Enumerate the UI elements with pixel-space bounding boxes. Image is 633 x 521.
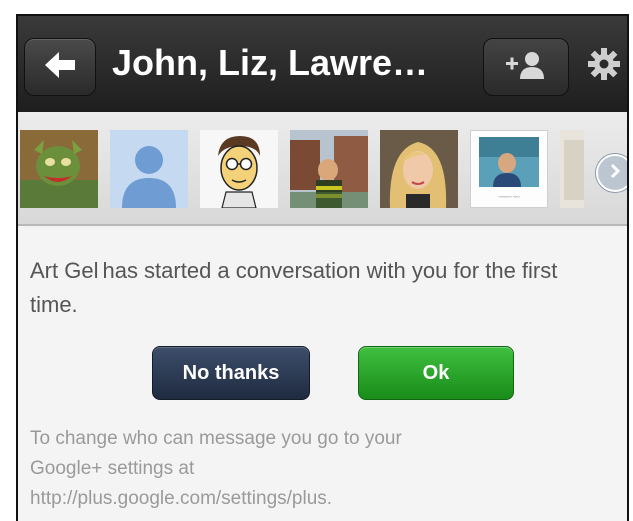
settings-hint-line-2: Google+ settings at: [30, 458, 195, 479]
settings-button[interactable]: [574, 38, 627, 94]
participant-avatar[interactable]: [560, 130, 584, 208]
participant-avatar[interactable]: ~~~~ ~~: [470, 130, 548, 208]
default-avatar-icon[interactable]: [110, 130, 188, 208]
back-button[interactable]: [24, 38, 96, 96]
participant-avatar[interactable]: [200, 130, 278, 208]
add-person-icon: [504, 50, 548, 85]
notification-text: has started a conversation with you for …: [30, 258, 558, 317]
chevron-right-icon: [607, 163, 623, 184]
participants-strip: ~~~~ ~~: [18, 112, 627, 226]
participant-avatar[interactable]: [290, 130, 368, 208]
settings-hint-line-1: To change who can message you go to your: [30, 428, 402, 449]
participant-avatar[interactable]: [20, 130, 98, 208]
conversation-header: John, Liz, Lawre…: [18, 16, 627, 112]
conversation-prompt: Art Gel has started a conversation with y…: [18, 226, 627, 521]
settings-link[interactable]: http://plus.google.com/settings/plus.: [30, 484, 610, 514]
svg-text:~~~~ ~~: ~~~~ ~~: [499, 195, 521, 201]
no-thanks-button[interactable]: No thanks: [152, 346, 310, 400]
participant-avatar[interactable]: [380, 130, 458, 208]
back-arrow-icon: [43, 50, 77, 85]
sender-name: Art Gel: [30, 258, 99, 283]
gear-icon: [587, 47, 621, 86]
conversation-title: John, Liz, Lawre…: [112, 42, 429, 83]
settings-hint: To change who can message you go to your…: [30, 424, 610, 514]
phone-screen: John, Liz, Lawre… ~~~~ ~~ Art Gel has st…: [16, 14, 629, 521]
add-person-button[interactable]: [483, 38, 569, 96]
scroll-right-button[interactable]: [596, 154, 627, 192]
ok-button[interactable]: Ok: [358, 346, 514, 400]
notification-message: Art Gel has started a conversation with y…: [30, 254, 590, 322]
